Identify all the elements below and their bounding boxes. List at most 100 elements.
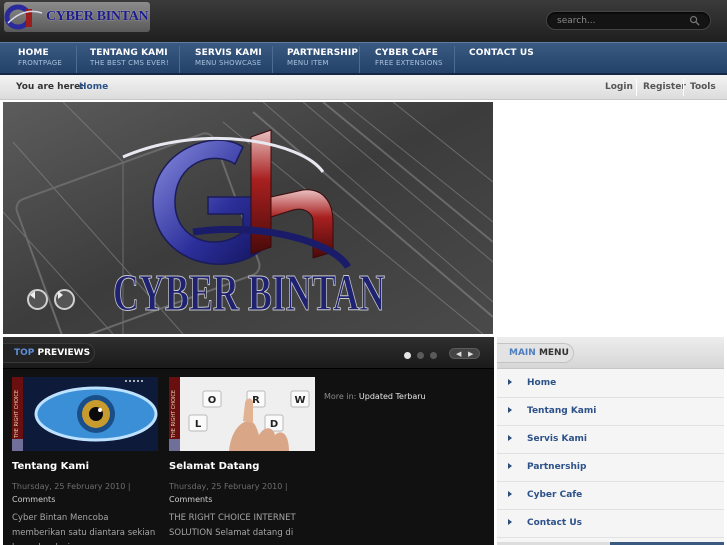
more-in-label: More in:	[324, 392, 357, 401]
top-previews-header: TOP PREVIEWS ◀ ▶	[3, 337, 494, 369]
article-excerpt: THE RIGHT CHOICE INTERNET SOLUTION Selam…	[169, 513, 296, 538]
menu-item-tentang-kami[interactable]: Tentang Kami	[497, 398, 724, 426]
menu-item-label: Home	[527, 378, 557, 388]
breadcrumb-home-link[interactable]: Home	[79, 82, 108, 92]
menu-item-servis-kami[interactable]: Servis Kami	[497, 426, 724, 454]
nav-divider	[76, 46, 77, 73]
nav-title: SERVIS KAMI	[195, 48, 262, 58]
preview-page-dot[interactable]	[430, 352, 437, 359]
nav-title: HOME	[18, 48, 49, 58]
top-previews-module: TOP PREVIEWS ◀ ▶ THE RIGHT CHOICE THE RI…	[3, 337, 494, 545]
nav-subtitle: FREE EXTENSIONS	[375, 59, 443, 67]
pager-prev-icon[interactable]: ◀	[456, 350, 461, 358]
menu-item-cyber-cafe[interactable]: Cyber Cafe	[497, 482, 724, 510]
menu-item-label: Partnership	[527, 462, 587, 472]
slideshow-logo-text: CYBER BINTAN	[113, 265, 385, 322]
slideshow-next-button[interactable]	[54, 289, 75, 310]
search-icon[interactable]	[689, 15, 700, 26]
nav-item-partnership[interactable]: PARTNERSHIP MENU ITEM	[287, 48, 358, 67]
arrow-left-icon	[30, 291, 35, 299]
preview-page-dot[interactable]	[417, 352, 424, 359]
preview-page-dot-active[interactable]	[404, 352, 411, 359]
page: { "site": { "logo_text": "CYBER BINTAN" …	[0, 0, 727, 545]
toolbar-divider	[636, 79, 637, 96]
key-letter: W	[294, 395, 305, 406]
nav-title: PARTNERSHIP	[287, 48, 359, 58]
top-previews-heading: TOP PREVIEWS	[3, 343, 95, 363]
nav-divider	[454, 46, 455, 73]
breadcrumb-bar: You are here: Home Login Register Tools	[0, 75, 727, 100]
preview-thumbnail-2[interactable]: THE RIGHT CHOICE O R W L D	[169, 377, 315, 455]
toolbar-divider	[683, 79, 684, 96]
nav-divider	[272, 46, 273, 73]
heading-accent: TOP	[14, 348, 35, 358]
main-menu-header: MAIN MENU	[497, 337, 724, 369]
more-in-link[interactable]: Updated Terbaru	[359, 392, 426, 401]
heading-rest: MENU	[538, 348, 569, 358]
nav-title: CYBER CAFE	[375, 48, 439, 58]
menu-item-home[interactable]: Home	[497, 370, 724, 398]
slideshow: CYBER BINTAN	[3, 102, 493, 334]
menu-item-label: Servis Kami	[527, 434, 587, 444]
key-letter: D	[270, 419, 278, 430]
menu-item-label: Cyber Cafe	[527, 490, 583, 500]
main-menu-module: MAIN MENU Home Tentang Kami Servis Kami …	[497, 337, 724, 545]
nav-item-tentang-kami[interactable]: TENTANG KAMI THE BEST CMS EVER!	[90, 48, 169, 67]
nav-item-contact-us[interactable]: CONTACT US	[469, 48, 534, 59]
menu-item-contact-us[interactable]: Contact Us	[497, 510, 724, 538]
key-letter: L	[195, 419, 202, 430]
slideshow-prev-button[interactable]	[27, 289, 48, 310]
arrow-right-icon	[508, 463, 512, 469]
nav-item-home[interactable]: HOME FRONTPAGE	[18, 48, 62, 67]
article-excerpt: Cyber Bintan Mencoba memberikan satu dia…	[12, 513, 156, 545]
article-title-link[interactable]: Tentang Kami	[12, 461, 89, 472]
arrow-right-icon	[508, 435, 512, 441]
logo-mark-icon	[4, 4, 43, 30]
nav-item-cyber-cafe[interactable]: CYBER CAFE FREE EXTENSIONS	[375, 48, 443, 67]
menu-item-partnership[interactable]: Partnership	[497, 454, 724, 482]
pager-next-icon[interactable]: ▶	[468, 350, 473, 358]
search-input[interactable]	[547, 15, 682, 26]
nav-subtitle: FRONTPAGE	[18, 59, 62, 67]
site-logo[interactable]: CYBER BINTAN	[4, 2, 150, 32]
main-nav: HOME FRONTPAGE TENTANG KAMI THE BEST CMS…	[0, 42, 727, 75]
preview-thumbnail-1[interactable]: THE RIGHT CHOICE	[12, 377, 158, 455]
preview-pager: ◀ ▶	[449, 348, 480, 359]
heading-rest: PREVIEWS	[37, 348, 91, 358]
nav-subtitle: THE BEST CMS EVER!	[90, 59, 169, 67]
tools-link[interactable]: Tools	[690, 82, 716, 92]
logo-text: CYBER BINTAN	[46, 9, 149, 24]
keyboard-thumbnail-image: THE RIGHT CHOICE O R W L D	[169, 377, 315, 451]
nav-title: CONTACT US	[469, 48, 534, 58]
menu-item-label: Tentang Kami	[527, 406, 597, 416]
slideshow-image: CYBER BINTAN	[3, 102, 493, 334]
nav-item-servis-kami[interactable]: SERVIS KAMI MENU SHOWCASE	[195, 48, 262, 67]
login-link[interactable]: Login	[605, 82, 633, 92]
thumbnail-vertical-text: THE RIGHT CHOICE	[14, 390, 20, 439]
key-letter: R	[252, 395, 260, 406]
nav-title: TENTANG KAMI	[90, 48, 168, 58]
article-date: Thursday, 25 February 2010 |	[12, 482, 131, 491]
nav-divider	[179, 46, 180, 73]
article-date: Thursday, 25 February 2010 |	[169, 482, 288, 491]
article-comments-link[interactable]: Comments	[169, 495, 212, 504]
article-comments-link[interactable]: Comments	[12, 495, 55, 504]
more-in: More in: Updated Terbaru	[324, 392, 426, 401]
eye-thumbnail-image: THE RIGHT CHOICE	[12, 377, 158, 451]
arrow-right-icon	[58, 291, 63, 299]
nav-subtitle: MENU ITEM	[287, 59, 329, 67]
nav-divider	[359, 46, 360, 73]
thumbnail-vertical-text: THE RIGHT CHOICE	[171, 390, 177, 439]
breadcrumb-label: You are here:	[16, 82, 84, 92]
register-link[interactable]: Register	[643, 82, 686, 92]
article-title-link[interactable]: Selamat Datang	[169, 461, 259, 472]
key-letter: O	[208, 395, 217, 406]
arrow-right-icon	[508, 407, 512, 413]
heading-accent: MAIN	[509, 348, 536, 358]
site-header: CYBER BINTAN	[0, 0, 727, 42]
arrow-right-icon	[508, 491, 512, 497]
arrow-right-icon	[508, 379, 512, 385]
menu-item-label: Contact Us	[527, 518, 583, 528]
search-box	[546, 11, 711, 30]
arrow-right-icon	[508, 519, 512, 525]
